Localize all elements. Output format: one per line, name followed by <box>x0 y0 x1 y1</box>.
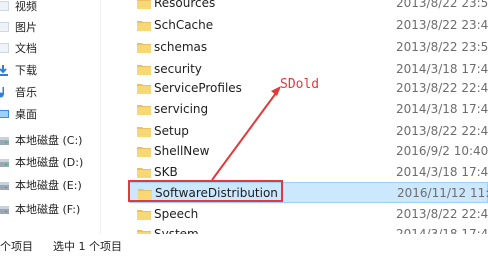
music-folder-icon <box>0 86 9 98</box>
folder-name: Resources <box>154 0 216 10</box>
folder-name: SKB <box>154 165 178 179</box>
nav-item[interactable]: 文档 <box>0 37 100 58</box>
status-selected: 选中 1 个项目 <box>53 240 122 253</box>
folder-row[interactable]: System 2014/3/18 17:4 <box>129 224 488 234</box>
folder-date-modified: 2013/8/22 22:45 <box>396 81 488 95</box>
nav-item[interactable]: 视频 <box>0 0 100 16</box>
drive-icon <box>0 156 9 168</box>
folder-name: System <box>154 227 199 234</box>
pictures-folder-icon <box>0 21 9 33</box>
drive-icon <box>0 179 9 191</box>
folder-icon <box>137 63 151 75</box>
nav-item[interactable]: 下载 <box>0 59 100 80</box>
folder-row[interactable]: servicing 2014/3/18 17:41 <box>129 99 488 120</box>
folder-icon <box>137 103 151 115</box>
folder-row[interactable]: SchCache 2013/8/22 23:4 <box>129 15 488 36</box>
folder-icon <box>137 145 151 157</box>
nav-item[interactable]: 本地磁盘 (F:) <box>0 198 100 219</box>
folder-date-modified: 2013/8/22 23:5 <box>396 0 488 10</box>
folder-name: schemas <box>154 40 208 54</box>
desktop-folder-icon <box>0 108 9 120</box>
nav-item[interactable]: 桌面 <box>0 103 100 124</box>
nav-item[interactable]: 本地磁盘 (C:) <box>0 129 100 150</box>
folder-row[interactable]: schemas 2013/8/22 23:5 <box>129 37 488 58</box>
folder-icon <box>137 166 151 178</box>
folder-icon <box>137 41 151 53</box>
nav-item-label: 本地磁盘 (C:) <box>15 133 83 147</box>
folder-name: security <box>154 62 202 76</box>
folder-date-modified: 2014/3/18 17:4 <box>396 227 488 234</box>
folder-date-modified: 2016/9/2 10:40 <box>396 144 488 158</box>
status-bar: 个项目 选中 1 个项目 <box>0 234 488 256</box>
nav-item-label: 下载 <box>15 63 37 77</box>
nav-item-label: 本地磁盘 (F:) <box>15 202 81 216</box>
folder-name: ShellNew <box>154 144 210 158</box>
folder-name: servicing <box>154 102 209 116</box>
folder-name: Setup <box>154 124 189 138</box>
folder-name: ServiceProfiles <box>154 81 242 95</box>
folder-icon <box>137 208 151 220</box>
video-folder-icon <box>0 0 9 12</box>
nav-item-label: 图片 <box>15 20 37 34</box>
nav-item-label: 音乐 <box>15 85 37 99</box>
folder-icon <box>137 19 151 31</box>
folder-name: SchCache <box>154 18 214 32</box>
nav-item[interactable]: 图片 <box>0 16 100 37</box>
drive-icon <box>0 203 9 215</box>
navigation-pane: 视频图片文档下载音乐桌面本地磁盘 (C:) 本地磁盘 (D:) 本地磁盘 (E:) 本… <box>0 0 100 234</box>
folder-row[interactable]: Speech 2013/8/22 22:45 <box>129 204 488 225</box>
nav-item[interactable]: 本地磁盘 (E:) <box>0 174 100 195</box>
nav-item-label: 文档 <box>15 41 37 55</box>
folder-row[interactable]: ShellNew 2016/9/2 10:40 <box>129 141 488 162</box>
drive-c-icon <box>0 134 9 146</box>
folder-icon <box>137 0 151 9</box>
folder-date-modified: 2013/8/22 23:4 <box>396 18 488 32</box>
nav-item-label: 本地磁盘 (D:) <box>15 155 84 169</box>
nav-item-label: 桌面 <box>15 107 37 121</box>
folder-name: Speech <box>154 207 199 221</box>
status-item-count: 个项目 <box>0 240 33 253</box>
nav-item-label: 视频 <box>15 0 37 13</box>
nav-item[interactable]: 本地磁盘 (D:) <box>0 151 100 172</box>
folder-date-modified: 2014/3/18 17:41 <box>396 102 488 116</box>
folder-icon <box>137 82 151 94</box>
folder-date-modified: 2014/3/18 17:42 <box>396 165 488 179</box>
folder-date-modified: 2013/8/22 22:45 <box>396 207 488 221</box>
folder-date-modified: 2014/3/18 17:42 <box>396 62 488 76</box>
folder-row[interactable]: Resources 2013/8/22 23:5 <box>129 0 488 14</box>
documents-folder-icon <box>0 42 9 54</box>
downloads-folder-icon <box>0 64 9 76</box>
folder-date-modified: 2013/8/22 23:5 <box>396 40 488 54</box>
folder-icon <box>137 125 151 137</box>
folder-date-modified: 2016/11/12 11:3 <box>397 186 488 200</box>
nav-item-label: 本地磁盘 (E:) <box>15 178 82 192</box>
annotation-label: SDold <box>280 77 320 92</box>
folder-row[interactable]: Setup 2013/8/22 22:45 <box>129 121 488 142</box>
folder-date-modified: 2013/8/22 22:45 <box>396 124 488 138</box>
annotation-highlight-box <box>128 180 283 202</box>
nav-item[interactable]: 音乐 <box>0 81 100 102</box>
